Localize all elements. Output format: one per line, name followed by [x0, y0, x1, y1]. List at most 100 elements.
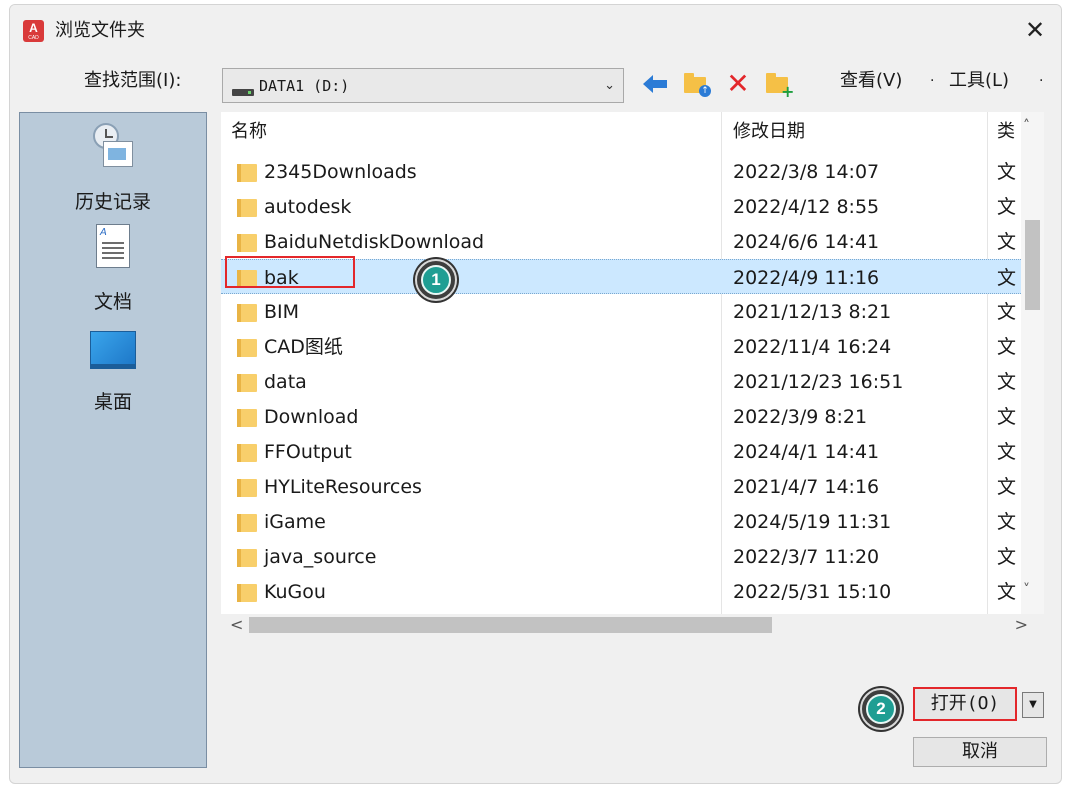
lookin-dropdown[interactable]: DATA1 (D:) ⌄ [222, 68, 624, 103]
file-type: 文 [997, 267, 1017, 289]
file-row[interactable]: KuGou 2022/5/31 15:10 文 [221, 574, 1021, 609]
step-2-badge: 2 [860, 688, 902, 730]
folder-icon [237, 199, 257, 217]
delete-icon[interactable]: ✕ [723, 69, 753, 99]
file-name: BaiduNetdiskDownload [264, 231, 485, 253]
file-date: 2022/11/4 16:24 [733, 336, 892, 358]
file-date: 2024/6/6 14:41 [733, 231, 880, 253]
folder-icon [237, 164, 257, 182]
file-date: 2021/12/13 8:21 [733, 301, 892, 323]
folder-icon [237, 514, 257, 532]
file-date: 2021/4/7 14:16 [733, 476, 880, 498]
file-type: 文 [997, 231, 1017, 253]
tools-menu-dropdown-icon[interactable]: · [1039, 69, 1043, 93]
scroll-left-icon[interactable]: < [230, 614, 243, 636]
folder-icon [237, 304, 257, 322]
folder-icon [237, 584, 257, 602]
file-row[interactable]: BaiduNetdiskDownload 2024/6/6 14:41 文 [221, 224, 1021, 259]
file-name: iGame [264, 511, 326, 533]
file-row[interactable]: iGame 2024/5/19 11:31 文 [221, 504, 1021, 539]
file-row[interactable]: java_source 2022/3/7 11:20 文 [221, 539, 1021, 574]
lookin-label: 查找范围(I): [84, 70, 182, 91]
folder-icon [237, 234, 257, 252]
lookin-value: DATA1 (D:) [259, 77, 350, 95]
file-date: 2022/4/12 8:55 [733, 196, 880, 218]
step-2-number: 2 [866, 694, 896, 724]
sort-ascending-icon: ^ [469, 112, 480, 121]
file-row[interactable]: CAD图纸 2022/11/4 16:24 文 [221, 329, 1021, 364]
file-row[interactable]: Download 2022/3/9 8:21 文 [221, 399, 1021, 434]
column-header-date[interactable]: 修改日期 [733, 112, 805, 152]
file-row[interactable]: 2345Downloads 2022/3/8 14:07 文 [221, 154, 1021, 189]
file-type: 文 [997, 301, 1017, 323]
folder-icon [237, 374, 257, 392]
scroll-right-icon[interactable]: > [1015, 614, 1028, 636]
file-name: BIM [264, 301, 300, 323]
new-folder-icon[interactable]: + [763, 69, 794, 100]
file-name: HYLiteResources [264, 476, 422, 498]
folder-icon [237, 339, 257, 357]
autocad-app-icon: A CAD [23, 20, 44, 42]
view-menu-dropdown-icon[interactable]: · [930, 69, 934, 93]
step-1-badge: 1 [415, 259, 457, 301]
file-date: 2022/3/8 14:07 [733, 161, 880, 183]
file-name: java_source [264, 546, 377, 568]
tools-menu[interactable]: 工具(L) [949, 69, 1009, 93]
step-1-number: 1 [421, 265, 451, 295]
column-header-name[interactable]: 名称 [231, 112, 267, 152]
file-name: CAD图纸 [264, 336, 343, 358]
file-row[interactable]: BIM 2021/12/13 8:21 文 [221, 294, 1021, 329]
file-date: 2022/3/9 8:21 [733, 406, 868, 428]
file-type: 文 [997, 161, 1017, 183]
cancel-button[interactable]: 取消 [913, 737, 1047, 767]
file-type: 文 [997, 196, 1017, 218]
window-title: 浏览文件夹 [55, 20, 145, 41]
file-type: 文 [997, 581, 1017, 603]
scroll-up-icon[interactable]: ˄ [1023, 118, 1030, 134]
file-date: 2021/12/23 16:51 [733, 371, 904, 393]
back-arrow-icon[interactable] [640, 69, 670, 99]
folder-icon [237, 479, 257, 497]
horizontal-scrollbar[interactable]: < > [221, 614, 1044, 636]
horizontal-scroll-thumb[interactable] [249, 617, 772, 633]
open-button[interactable]: 打开(O) [913, 687, 1017, 721]
file-list[interactable]: ^ 名称 修改日期 类 2345Downloads 2022/3/8 14:07… [221, 112, 1021, 614]
file-name: data [264, 371, 307, 393]
file-name: FFOutput [264, 441, 352, 463]
open-dropdown-icon[interactable]: ▼ [1022, 692, 1044, 718]
folder-icon [237, 444, 257, 462]
desktop-icon [90, 331, 136, 369]
file-type: 文 [997, 406, 1017, 428]
up-one-level-icon[interactable]: ↑ [681, 69, 711, 99]
file-type: 文 [997, 336, 1017, 358]
chevron-down-icon[interactable]: ⌄ [604, 76, 615, 96]
file-name: KuGou [264, 581, 326, 603]
vertical-scrollbar[interactable]: ˄ ˅ [1021, 112, 1044, 614]
drive-icon [232, 89, 254, 96]
file-row[interactable]: HYLiteResources 2021/4/7 14:16 文 [221, 469, 1021, 504]
file-row[interactable]: data 2021/12/23 16:51 文 [221, 364, 1021, 399]
place-desktop[interactable]: 桌面 [20, 113, 206, 413]
file-date: 2022/5/31 15:10 [733, 581, 892, 603]
file-type: 文 [997, 371, 1017, 393]
scroll-down-icon[interactable]: ˅ [1023, 582, 1030, 598]
file-row[interactable]: FFOutput 2024/4/1 14:41 文 [221, 434, 1021, 469]
file-date: 2022/3/7 11:20 [733, 546, 880, 568]
folder-icon [237, 409, 257, 427]
folder-icon [237, 549, 257, 567]
column-header-type[interactable]: 类 [997, 112, 1015, 152]
file-date: 2024/4/1 14:41 [733, 441, 880, 463]
browse-folder-dialog: A CAD 浏览文件夹 ✕ 查找范围(I): DATA1 (D:) ⌄ ↑ ✕ … [9, 4, 1062, 784]
close-icon[interactable]: ✕ [1019, 15, 1051, 45]
file-type: 文 [997, 476, 1017, 498]
file-date: 2024/5/19 11:31 [733, 511, 892, 533]
vertical-scroll-thumb[interactable] [1025, 220, 1040, 310]
file-type: 文 [997, 546, 1017, 568]
view-menu[interactable]: 查看(V) [840, 69, 902, 93]
file-type: 文 [997, 511, 1017, 533]
place-desktop-label: 桌面 [93, 391, 132, 413]
file-row[interactable]: autodesk 2022/4/12 8:55 文 [221, 189, 1021, 224]
places-bar: 历史记录 文档 桌面 [19, 112, 207, 768]
title-bar[interactable]: A CAD 浏览文件夹 ✕ [10, 5, 1061, 55]
file-name: 2345Downloads [264, 161, 417, 183]
